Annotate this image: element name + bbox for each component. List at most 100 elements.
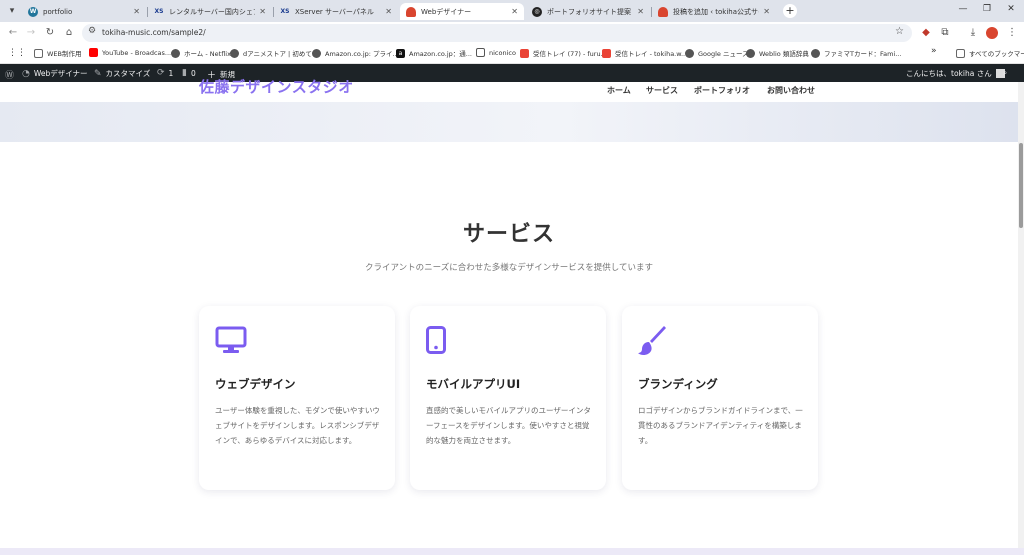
globe-icon bbox=[171, 48, 180, 58]
bookmark-item[interactable]: 受信トレイ (77) - furu... bbox=[520, 48, 607, 58]
bookmark-item[interactable]: ホーム - Netflix bbox=[171, 48, 231, 58]
wp-site-name[interactable]: ◔ Webデザイナー bbox=[22, 68, 88, 79]
chatgpt-icon: ◎ bbox=[532, 6, 542, 17]
wp-admin-bar: Ⓦ ◔ Webデザイナー ✎ カスタマイズ ⟳ 1 ▮ 0 ＋新規 こんにちは、toki… bbox=[0, 64, 1024, 82]
forward-icon[interactable]: → bbox=[24, 25, 38, 41]
service-description: 直感的で美しいモバイルアプリのユーザーインターフェースをデザインします。使いやす… bbox=[426, 406, 591, 445]
apps-grid-icon[interactable]: ⋮⋮ bbox=[8, 48, 26, 58]
services-heading: サービス bbox=[462, 222, 555, 247]
address-bar[interactable]: ⚙ tokiha-music.com/sample2/ ☆ bbox=[82, 24, 912, 42]
reload-icon[interactable]: ↻ bbox=[43, 25, 57, 41]
new-tab-button[interactable]: + bbox=[783, 4, 797, 18]
search-icon[interactable]: ⌕ bbox=[1003, 68, 1007, 78]
minimize-icon[interactable]: — bbox=[956, 4, 970, 14]
restore-icon[interactable]: ❐ bbox=[980, 4, 994, 14]
globe-icon bbox=[685, 48, 694, 58]
services-subtitle: クライアントのニーズに合わせた多様なデザインサービスを提供しています bbox=[365, 263, 653, 273]
download-icon[interactable]: ⤓ bbox=[966, 26, 980, 40]
tab-portfolio-proposal[interactable]: ◎ ポートフォリオサイト提案 ✕ bbox=[526, 3, 650, 20]
all-bookmarks-folder[interactable]: すべてのブックマーク bbox=[956, 48, 1024, 58]
wp-logo-menu[interactable]: Ⓦ bbox=[5, 68, 18, 81]
gmail-icon bbox=[602, 48, 611, 58]
site-icon bbox=[406, 6, 416, 17]
site-info-icon[interactable]: ⚙ bbox=[88, 26, 96, 36]
bookmark-item[interactable]: ファミマTカード：Fami... bbox=[811, 48, 901, 58]
wp-my-account[interactable]: こんにちは、tokiha さん bbox=[906, 68, 1005, 79]
nav-link-portfolio[interactable]: ポートフォリオ bbox=[694, 85, 750, 96]
globe-icon bbox=[746, 48, 755, 58]
browser-toolbar: ← → ↻ ⌂ ⚙ tokiha-music.com/sample2/ ☆ ◆ … bbox=[0, 22, 1024, 44]
bookmark-star-icon[interactable]: ☆ bbox=[895, 26, 904, 37]
back-icon[interactable]: ← bbox=[6, 25, 20, 41]
globe-icon bbox=[312, 48, 321, 58]
wp-updates[interactable]: ⟳ 1 bbox=[157, 68, 173, 78]
bookmark-item[interactable]: dアニメストア | 初めて... bbox=[230, 48, 318, 58]
niconico-icon bbox=[476, 48, 485, 57]
wordpress-icon: W bbox=[28, 6, 38, 17]
profile-avatar[interactable] bbox=[986, 27, 998, 39]
amazon-icon: a bbox=[396, 48, 405, 58]
extension-metamask-icon[interactable]: ◆ bbox=[919, 26, 933, 40]
comment-icon: ▮ bbox=[182, 68, 187, 78]
scrollbar-thumb[interactable] bbox=[1019, 143, 1023, 228]
next-section-edge bbox=[0, 548, 1024, 555]
paintbrush-icon: ✎ bbox=[94, 68, 102, 79]
dashboard-icon: ◔ bbox=[22, 68, 30, 79]
close-icon[interactable]: ✕ bbox=[511, 7, 518, 16]
bookmark-item[interactable]: YouTube - Broadcas... bbox=[89, 48, 171, 57]
wp-comments[interactable]: ▮ 0 bbox=[182, 68, 196, 78]
more-bookmarks-chevron[interactable]: » bbox=[931, 46, 937, 56]
youtube-icon bbox=[89, 48, 98, 57]
wordpress-logo-icon: Ⓦ bbox=[5, 71, 15, 81]
service-title: ウェブデザイン bbox=[215, 377, 296, 391]
globe-icon bbox=[811, 48, 820, 58]
wp-customize[interactable]: ✎ カスタマイズ bbox=[94, 68, 150, 79]
close-window-icon[interactable]: ✕ bbox=[1004, 4, 1018, 14]
tab-portfolio[interactable]: W portfolio ✕ bbox=[22, 3, 146, 20]
bookmark-item[interactable]: Weblio 類語辞典 bbox=[746, 48, 809, 58]
updates-icon: ⟳ bbox=[157, 68, 165, 78]
mobile-icon bbox=[426, 326, 446, 358]
tab-xserver-panel[interactable]: XS XServer サーバーパネル ✕ bbox=[274, 3, 398, 20]
close-icon[interactable]: ✕ bbox=[259, 7, 266, 16]
xserver-icon: XS bbox=[154, 8, 164, 15]
service-title: ブランディング bbox=[638, 377, 718, 391]
folder-icon bbox=[34, 48, 43, 58]
service-description: ユーザー体験を重視した、モダンで使いやすいウェブサイトをデザインします。レスポン… bbox=[215, 406, 380, 445]
tab-web-designer[interactable]: Webデザイナー ✕ bbox=[400, 3, 524, 20]
site-title[interactable]: 佐藤デザインスタジオ bbox=[199, 76, 354, 97]
close-icon[interactable]: ✕ bbox=[637, 7, 644, 16]
nav-link-home[interactable]: ホーム bbox=[607, 85, 631, 96]
url-text[interactable]: tokiha-music.com/sample2/ bbox=[102, 28, 206, 37]
service-card-mobile-ui: モバイルアプリUI 直感的で美しいモバイルアプリのユーザーインターフェースをデザ… bbox=[410, 306, 606, 490]
bookmark-item[interactable]: 受信トレイ - tokiha.w... bbox=[602, 48, 687, 58]
menu-kebab-icon[interactable]: ⋮ bbox=[1005, 26, 1019, 40]
site-icon bbox=[658, 6, 668, 17]
close-icon[interactable]: ✕ bbox=[385, 7, 392, 16]
tab-add-post[interactable]: 投稿を追加 ‹ tokiha公式サイト — WordPress ✕ bbox=[652, 3, 776, 20]
site-header: 佐藤デザインスタジオ ホーム サービス ポートフォリオ お問い合わせ bbox=[0, 78, 1018, 102]
tab-search-icon[interactable]: ▾ bbox=[4, 3, 20, 19]
paintbrush-icon bbox=[638, 326, 668, 360]
bookmark-item[interactable]: Google ニュース bbox=[685, 48, 749, 58]
close-icon[interactable]: ✕ bbox=[763, 7, 770, 16]
bookmark-item[interactable]: a Amazon.co.jp：通... bbox=[396, 48, 472, 58]
globe-icon bbox=[230, 48, 239, 58]
gmail-icon bbox=[520, 48, 529, 58]
bookmark-item[interactable]: niconico bbox=[476, 48, 516, 57]
extensions-puzzle-icon[interactable]: ⧉ bbox=[938, 26, 952, 40]
tab-xserver[interactable]: XS レンタルサーバー国内シェアNo.1の エックスサーバー ✕ bbox=[148, 3, 272, 20]
nav-link-contact[interactable]: お問い合わせ bbox=[767, 85, 815, 96]
close-icon[interactable]: ✕ bbox=[133, 7, 140, 16]
hero-section-bottom bbox=[0, 102, 1018, 142]
nav-link-services[interactable]: サービス bbox=[646, 85, 678, 96]
home-icon[interactable]: ⌂ bbox=[62, 25, 76, 41]
browser-tab-strip: ▾ W portfolio ✕ XS レンタルサーバー国内シェアNo.1の エッ… bbox=[0, 0, 1024, 22]
xserver-icon: XS bbox=[280, 8, 290, 15]
service-card-branding: ブランディング ロゴデザインからブランドガイドラインまで、一貫性のあるブランドア… bbox=[622, 306, 818, 490]
service-title: モバイルアプリUI bbox=[426, 377, 521, 391]
bookmarks-bar: ⋮⋮ WEB制作用 YouTube - Broadcas... ホーム - Ne… bbox=[0, 44, 1024, 64]
service-description: ロゴデザインからブランドガイドラインまで、一貫性のあるブランドアイデンティティを… bbox=[638, 406, 803, 445]
bookmark-item[interactable]: Amazon.co.jp: プライ... bbox=[312, 48, 399, 58]
bookmark-item[interactable]: WEB制作用 bbox=[34, 48, 82, 58]
